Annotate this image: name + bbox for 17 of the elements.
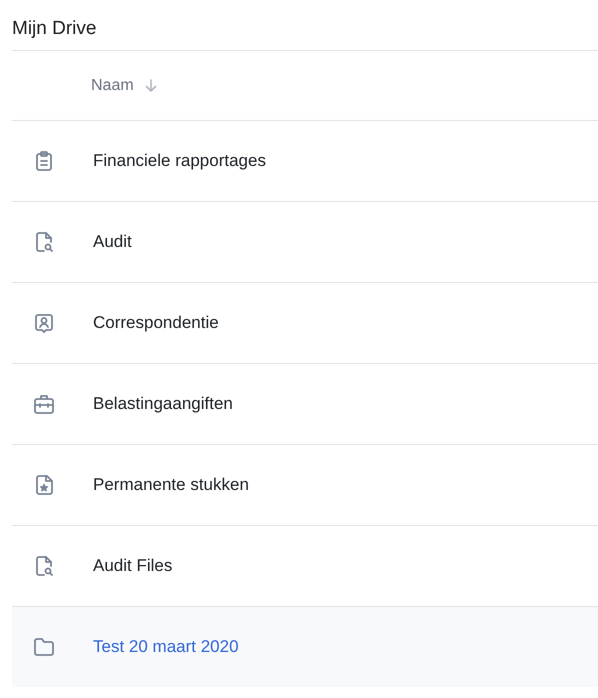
contact-card-icon — [33, 312, 55, 334]
name-column-header[interactable]: Naam — [91, 76, 158, 94]
briefcase-icon — [33, 393, 55, 415]
page-title: Mijn Drive — [11, 17, 98, 41]
file-name: Permanente stukken — [93, 475, 249, 495]
file-name: Audit — [93, 232, 132, 252]
folder-icon — [33, 636, 55, 658]
file-search-icon — [33, 231, 55, 253]
file-star-icon — [33, 474, 55, 496]
file-name: Financiele rapportages — [93, 151, 266, 171]
file-name: Test 20 maart 2020 — [93, 637, 239, 657]
clipboard-icon — [33, 150, 55, 172]
file-row[interactable]: Test 20 maart 2020 — [12, 607, 598, 687]
file-search-icon — [33, 555, 55, 577]
file-name: Belastingaangiften — [93, 394, 233, 414]
file-name: Correspondentie — [93, 313, 219, 333]
file-name: Audit Files — [93, 556, 172, 576]
